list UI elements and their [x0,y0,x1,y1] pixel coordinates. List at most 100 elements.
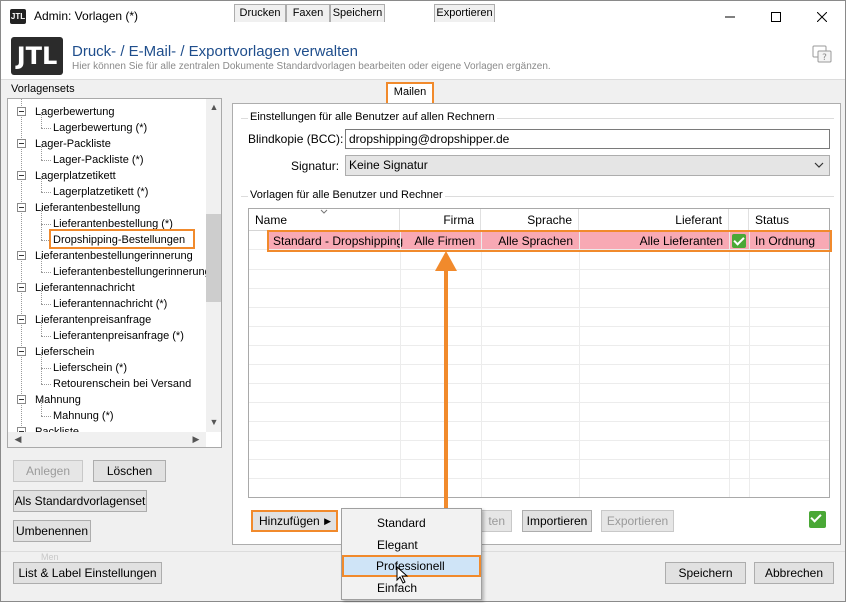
tree-item[interactable]: Mahnung (*) [53,408,114,424]
tree-branch-line [41,192,51,193]
tree-collapse-icon[interactable] [17,171,26,180]
horizontal-scrollbar[interactable]: ◀ ▶ [8,432,206,447]
scroll-right-icon[interactable]: ▶ [188,434,204,445]
table-row-empty [249,252,829,270]
loeschen-button[interactable]: Löschen [93,460,166,482]
col-status[interactable]: Status [749,209,829,231]
settings-group-title: Einstellungen für alle Benutzer auf alle… [248,111,497,123]
tree-collapse-icon[interactable] [17,315,26,324]
tree-item[interactable]: Lieferantenbestellungerinnerung [53,264,206,280]
tree-collapse-icon[interactable] [17,395,26,404]
hidden-label-fragment: Men [41,552,59,562]
anlegen-button[interactable]: Anlegen [13,460,83,482]
scroll-up-icon[interactable]: ▲ [206,102,221,112]
hinzufuegen-button[interactable]: Hinzufügen ▶ [251,510,338,532]
menu-item-elegant[interactable]: Elegant [343,534,481,556]
selected-node-highlight [49,229,195,249]
tree-collapse-icon[interactable] [17,107,26,116]
tree-branch-line [41,352,42,368]
tree-item[interactable]: Lieferantenpreisanfrage (*) [53,328,184,344]
tree-branch-line [41,128,51,129]
tab-mailen[interactable]: Mailen [386,82,434,103]
tree-item[interactable]: Lager-Packliste (*) [53,152,143,168]
tree-branch-line [41,208,42,224]
scroll-down-icon[interactable]: ▼ [206,417,221,427]
tree-collapse-icon[interactable] [17,251,26,260]
hinzufuegen-menu: Standard Elegant Professionell Einfach [341,508,482,600]
tree-branch-line [41,144,42,160]
tree-branch-line [41,112,42,128]
tree-item[interactable]: Lagerbewertung (*) [53,120,147,136]
tab-exportieren[interactable]: Exportieren [434,4,495,22]
menu-item-standard[interactable]: Standard [343,512,481,534]
exportieren-button[interactable]: Exportieren [601,510,674,532]
highlighted-row-marker [267,230,832,252]
importieren-button[interactable]: Importieren [522,510,592,532]
tree-branch-line [41,304,51,305]
col-status-icon [729,209,749,231]
maximize-button[interactable] [753,1,799,32]
tree-collapse-icon[interactable] [17,139,26,148]
tree-item[interactable]: Lagerplatzetikett [35,168,116,184]
tree-item[interactable]: Packliste [35,424,79,432]
tree-item[interactable]: Lieferantennachricht (*) [53,296,167,312]
tree-collapse-icon[interactable] [17,347,26,356]
tree-item[interactable]: Lieferschein (*) [53,360,127,376]
col-divider [579,231,580,497]
abbrechen-button[interactable]: Abbrechen [754,562,834,584]
scrollbar-thumb[interactable] [206,214,221,302]
vorlagensets-tree[interactable]: Lagerbewertung Lagerbewertung (*) Lager-Pa… [7,98,222,448]
tree-item[interactable]: Lieferschein [35,344,94,360]
close-icon [817,11,827,22]
menu-item-professionell[interactable]: Professionell [342,555,481,577]
tree-branch-line [41,224,51,225]
tree-item[interactable]: Lieferantennachricht [35,280,135,296]
bcc-label: Blindkopie (BCC): [248,132,344,146]
tree-item[interactable]: Retourenschein bei Versand [53,376,191,392]
umbenennen-button[interactable]: Umbenennen [13,520,91,542]
tree-item[interactable]: Lagerbewertung [35,104,115,120]
als-standardvorlagenset-button[interactable]: Als Standardvorlagenset [13,490,147,512]
signatur-select-value: Keine Signatur [349,158,428,172]
tree-branch-line [41,336,51,337]
tree-guide-line [21,99,22,432]
chevron-down-icon [814,162,824,168]
menu-item-einfach[interactable]: Einfach [343,577,481,599]
close-button[interactable] [799,1,845,32]
mouse-cursor-icon [396,566,409,584]
scroll-left-icon[interactable]: ◀ [10,434,26,445]
col-lieferant[interactable]: Lieferant [579,209,729,231]
help-icon[interactable]: ? [811,44,833,66]
minimize-icon [725,16,735,17]
tab-speichern[interactable]: Speichern [330,4,385,22]
table-row-empty [249,461,829,479]
tree-item[interactable]: Lieferantenbestellung [35,200,140,216]
minimize-button[interactable] [707,1,753,32]
tree-content: Lagerbewertung Lagerbewertung (*) Lager-Pa… [8,99,206,432]
tree-item[interactable]: Lagerplatzetikett (*) [53,184,148,200]
col-firma[interactable]: Firma [400,209,481,231]
tab-drucken[interactable]: Drucken [234,4,286,22]
tree-collapse-icon[interactable] [17,283,26,292]
col-sprache[interactable]: Sprache [481,209,579,231]
tab-faxen[interactable]: Faxen [286,4,330,22]
page-subtitle: Hier können Sie für alle zentralen Dokum… [72,61,551,72]
signatur-select[interactable]: Keine Signatur [345,155,830,176]
list-label-einstellungen-button[interactable]: List & Label Einstellungen [13,562,162,584]
bcc-input[interactable]: dropshipping@dropshipper.de [345,129,830,149]
submenu-arrow-icon: ▶ [324,516,331,526]
tree-collapse-icon[interactable] [17,203,26,212]
table-row-empty [249,385,829,403]
grid-header: Name Firma Sprache Lieferant Status [249,209,829,231]
tree-item[interactable]: Lager-Packliste [35,136,111,152]
table-row-empty [249,271,829,289]
jtl-logo: JTL [11,37,63,75]
tree-item[interactable]: Lieferantenbestellungerinnerung [35,248,193,264]
tree-branch-line [41,320,42,336]
validate-check-icon[interactable] [809,511,826,528]
speichern-button[interactable]: Speichern [665,562,746,584]
hinzufuegen-label: Hinzufügen [259,514,320,528]
table-row-empty [249,347,829,365]
tree-branch-line [41,400,42,416]
tree-item[interactable]: Lieferantenpreisanfrage [35,312,151,328]
